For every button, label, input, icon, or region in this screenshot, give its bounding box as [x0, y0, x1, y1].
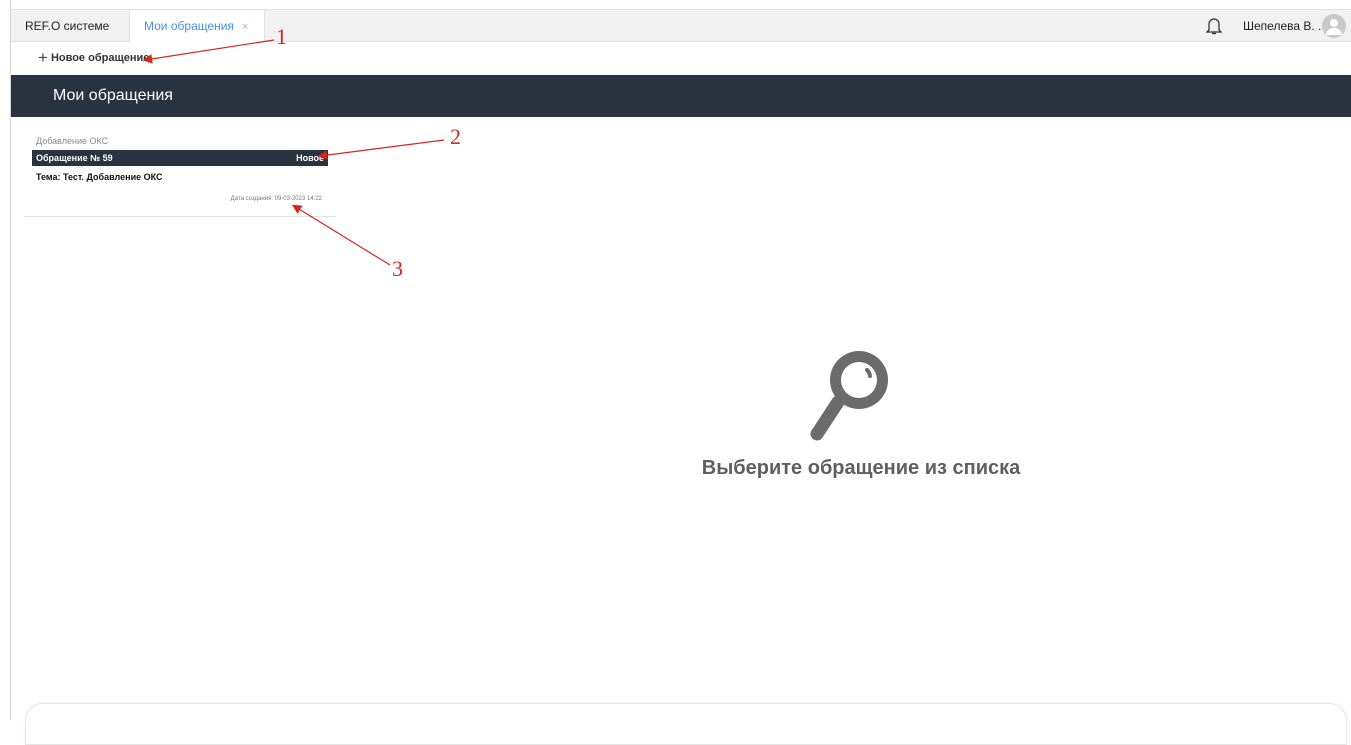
tab-my-requests[interactable]: Мои обращения ×: [129, 10, 265, 42]
request-title-bar: Обращение № 59 Новое: [32, 150, 328, 166]
request-category: Добавление ОКС: [36, 136, 109, 146]
request-topic: Тема: Тест. Добавление ОКС: [36, 172, 163, 182]
user-name[interactable]: Шепелева В. ...: [1243, 10, 1328, 42]
request-created-date: Дата создания: 09-03-2023 14:22: [230, 196, 322, 202]
tab-label: Мои обращения: [144, 19, 234, 33]
bell-icon[interactable]: [1205, 17, 1223, 35]
bottom-panel: [25, 703, 1347, 745]
request-number: Обращение № 59: [36, 153, 113, 163]
request-card[interactable]: Добавление ОКС Обращение № 59 Новое Тема…: [24, 130, 336, 217]
status-badge: Новое: [296, 153, 324, 163]
avatar[interactable]: [1322, 14, 1346, 38]
tab-bar: REF.O системе Мои обращения × Шепелева В.…: [11, 9, 1351, 42]
app-window: REF.O системе Мои обращения × Шепелева В.…: [11, 0, 1351, 745]
plus-icon: +: [38, 48, 48, 67]
new-request-label: Новое обращение: [50, 52, 150, 64]
empty-state-text: Выберите обращение из списка: [701, 457, 1021, 479]
new-request-button[interactable]: + Новое обращение: [38, 48, 149, 68]
search-icon: [795, 340, 915, 450]
page-header: Мои обращения: [11, 75, 1351, 117]
close-tab-icon[interactable]: ×: [242, 21, 248, 33]
tab-about-system[interactable]: REF.O системе: [11, 10, 129, 42]
page-title: Мои обращения: [53, 87, 173, 104]
left-border: [0, 0, 11, 720]
